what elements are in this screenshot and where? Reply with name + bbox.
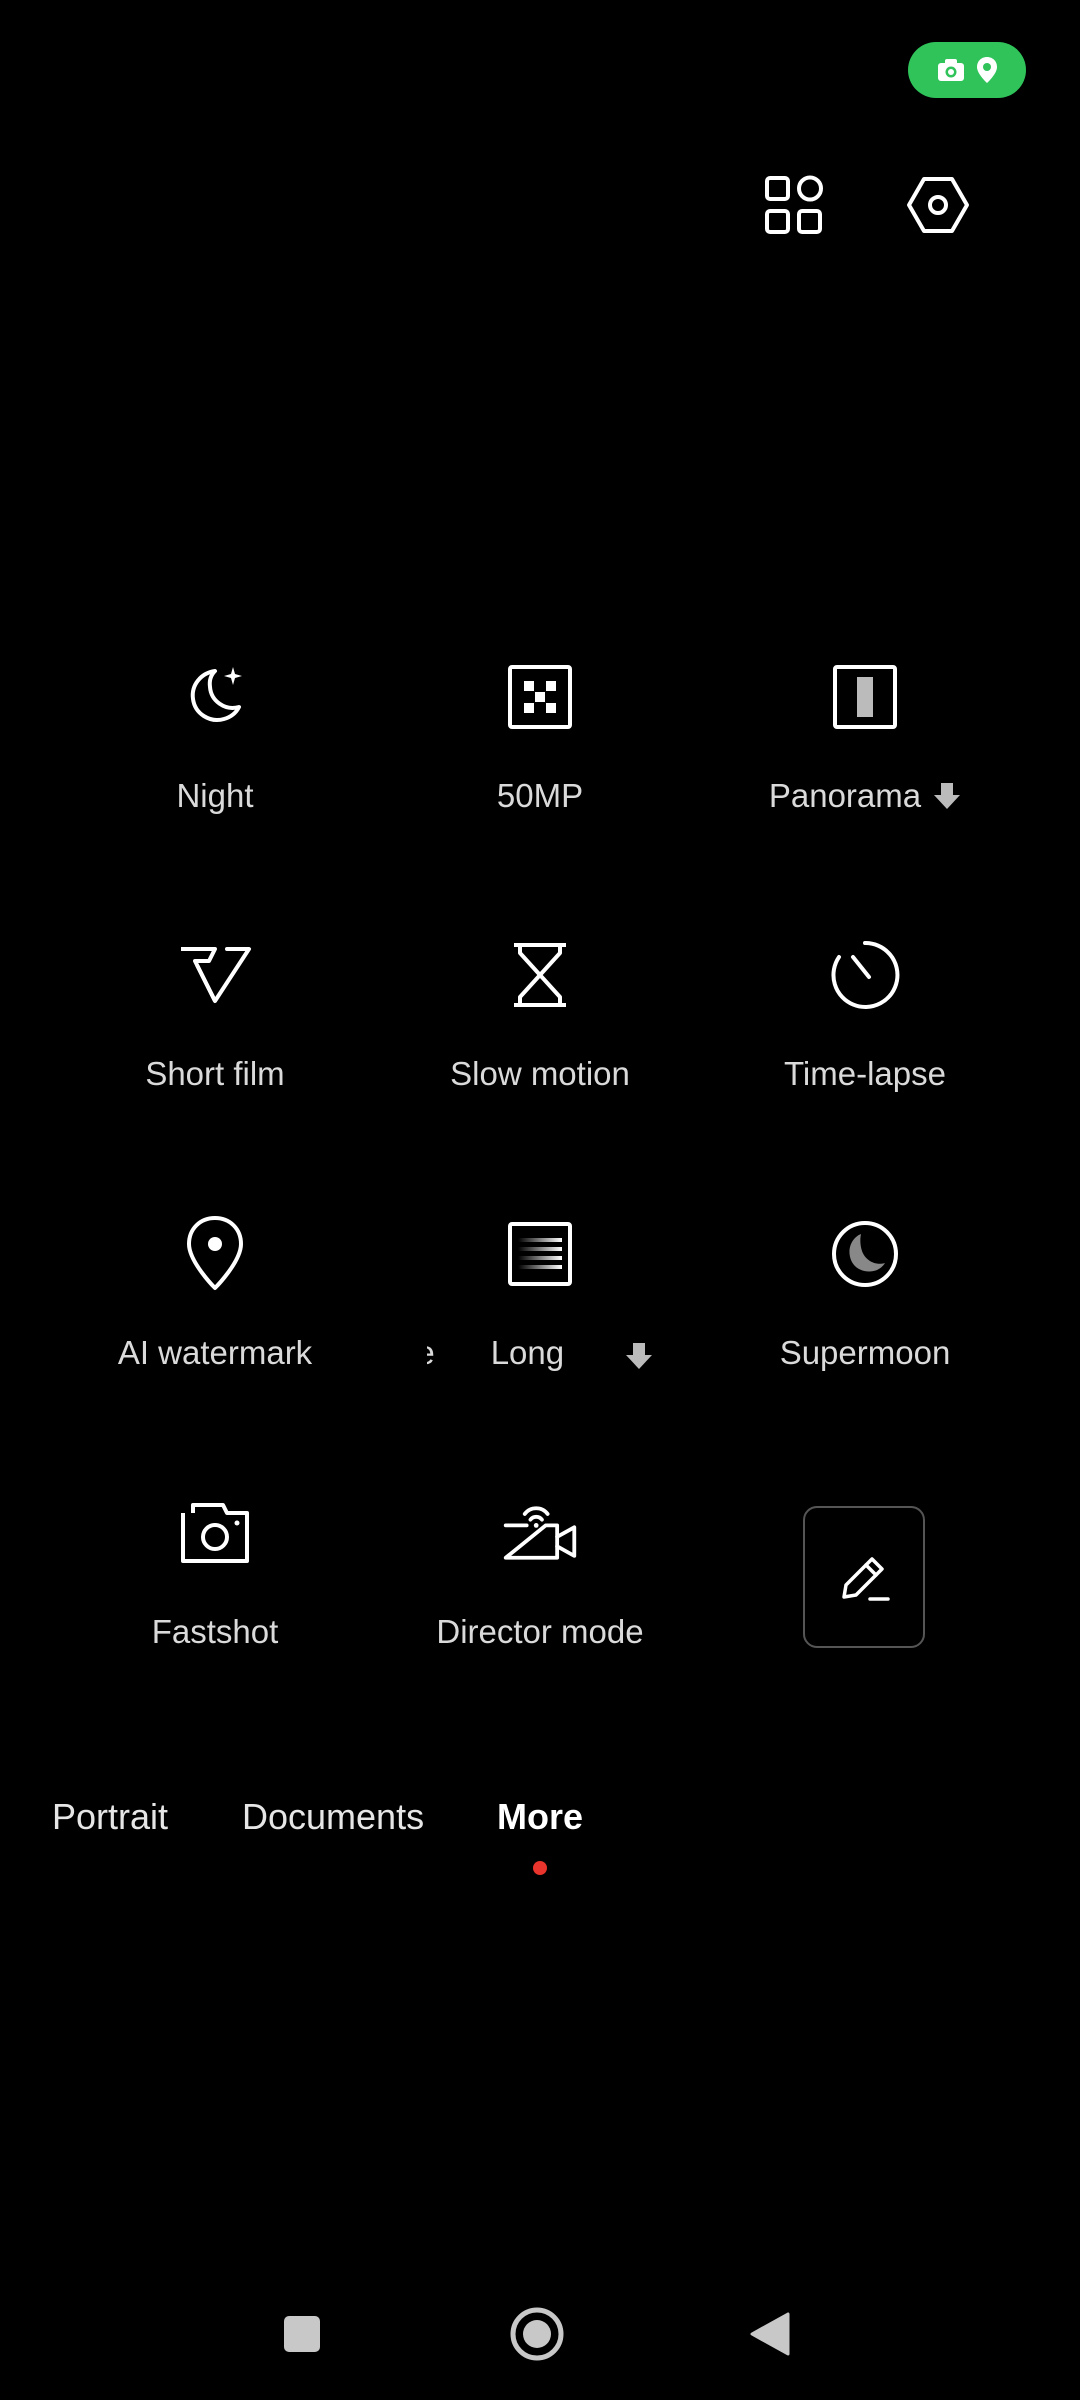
tab-documents[interactable]: Documents xyxy=(242,1796,424,1838)
layout-grid-button[interactable] xyxy=(749,160,839,250)
mode-slow-motion[interactable]: Slow motion xyxy=(370,935,710,1115)
mode-supermoon[interactable]: Supermoon xyxy=(695,1214,1035,1394)
settings-hexagon-icon xyxy=(907,177,969,233)
mode-time-lapse[interactable]: Time-lapse xyxy=(695,935,1035,1115)
download-icon xyxy=(934,783,961,809)
location-icon xyxy=(977,57,997,83)
mode-short-film[interactable]: Short film xyxy=(45,935,385,1115)
tab-portrait[interactable]: Portrait xyxy=(52,1796,168,1838)
fastshot-camera-icon xyxy=(175,1493,255,1573)
mode-label: 50MP xyxy=(496,777,584,814)
mode-long-exposure[interactable]: ureLong xyxy=(370,1214,710,1394)
camera-icon xyxy=(938,59,964,81)
scrolling-label: ureLong xyxy=(427,1334,565,1371)
download-icon xyxy=(626,1343,652,1369)
mode-label: Panorama xyxy=(768,777,922,814)
recents-button[interactable] xyxy=(262,2294,342,2374)
active-tab-indicator xyxy=(533,1861,547,1875)
mode-ai-watermark[interactable]: AI watermark xyxy=(45,1214,385,1394)
home-circle-icon xyxy=(510,2307,564,2361)
short-film-icon xyxy=(175,935,255,1015)
mode-panorama[interactable]: Panorama xyxy=(695,657,1035,837)
mode-label: Fastshot xyxy=(151,1613,279,1650)
long-exposure-icon xyxy=(500,1214,580,1294)
tab-more[interactable]: More xyxy=(497,1796,583,1838)
back-button[interactable] xyxy=(730,2294,810,2374)
director-camera-icon xyxy=(500,1493,580,1573)
settings-button[interactable] xyxy=(893,160,983,250)
supermoon-icon xyxy=(825,1214,905,1294)
mode-director[interactable]: Director mode xyxy=(370,1493,710,1673)
back-triangle-icon xyxy=(750,2312,790,2356)
home-button[interactable] xyxy=(497,2294,577,2374)
mode-label: Director mode xyxy=(436,1613,644,1650)
hourglass-icon xyxy=(500,935,580,1015)
mode-label: AI watermark xyxy=(117,1334,313,1371)
mode-night[interactable]: Night xyxy=(45,657,385,837)
privacy-indicator[interactable] xyxy=(908,42,1026,98)
mode-label: Short film xyxy=(145,1055,285,1092)
edit-modes-button[interactable] xyxy=(803,1506,925,1648)
panorama-icon xyxy=(825,657,905,737)
mode-label: Supermoon xyxy=(779,1334,951,1371)
square-icon xyxy=(284,2316,320,2352)
mode-label: Slow motion xyxy=(450,1055,630,1092)
pencil-edit-icon xyxy=(842,1557,890,1601)
mode-label: Night xyxy=(176,777,254,814)
moon-sparkle-icon xyxy=(175,657,255,737)
layout-grid-icon xyxy=(765,175,823,234)
mode-label-row: ureLong xyxy=(427,1334,653,1378)
mode-label: Time-lapse xyxy=(784,1055,946,1092)
high-res-grid-icon xyxy=(500,657,580,737)
mode-label-row: Panorama xyxy=(769,777,961,815)
mode-fastshot[interactable]: Fastshot xyxy=(45,1493,385,1673)
location-pin-icon xyxy=(175,1214,255,1294)
timer-dial-icon xyxy=(825,935,905,1015)
mode-50mp[interactable]: 50MP xyxy=(370,657,710,837)
